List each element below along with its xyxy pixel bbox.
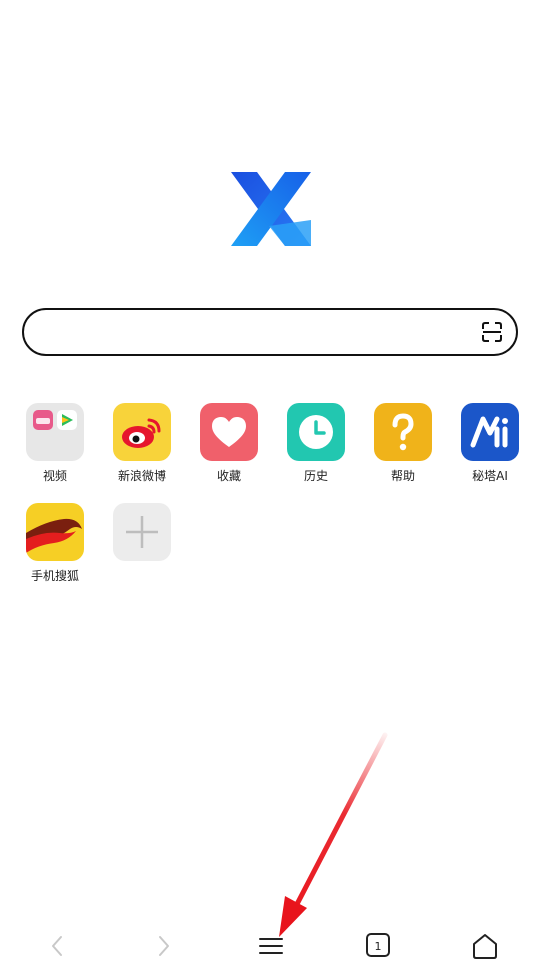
shortcut-video[interactable]: 视频: [15, 403, 95, 484]
scan-icon[interactable]: [481, 321, 503, 343]
shortcut-help[interactable]: 帮助: [363, 403, 443, 484]
shortcut-history[interactable]: 历史: [276, 403, 356, 484]
bottom-navigation: 1: [0, 920, 543, 971]
shortcut-bookmarks[interactable]: 收藏: [189, 403, 269, 484]
shortcut-weibo[interactable]: 新浪微博: [102, 403, 182, 484]
tab-count: 1: [375, 940, 382, 953]
search-input[interactable]: [22, 308, 518, 356]
tabs-icon: 1: [366, 933, 390, 957]
tabs-button[interactable]: 1: [362, 930, 394, 962]
shortcut-label: 收藏: [216, 469, 241, 483]
chevron-right-icon: [159, 936, 169, 956]
home-button[interactable]: [469, 930, 501, 962]
back-button[interactable]: [41, 930, 73, 962]
clock-icon: [287, 403, 345, 461]
shortcut-label: 历史: [303, 469, 328, 483]
home-icon: [473, 934, 497, 959]
menu-button[interactable]: [255, 930, 287, 962]
chevron-left-icon: [52, 936, 62, 956]
menu-icon: [259, 938, 283, 954]
sohu-fox-icon: [26, 503, 84, 561]
forward-button[interactable]: [148, 930, 180, 962]
browser-home: 视频 新浪微博 收藏 历史 帮助 秘塔AI 手机搜狐 1: [0, 0, 543, 971]
shortcut-label: 视频: [42, 469, 67, 483]
weibo-icon: [113, 403, 171, 461]
shortcut-metaso-ai[interactable]: 秘塔AI: [450, 403, 530, 484]
add-shortcut-button[interactable]: [102, 503, 182, 567]
shortcut-label: 秘塔AI: [472, 469, 508, 483]
shortcut-label: 手机搜狐: [30, 569, 79, 583]
question-mark-icon: [374, 403, 432, 461]
heart-icon: [200, 403, 258, 461]
browser-logo: [231, 172, 311, 246]
shortcut-sohu[interactable]: 手机搜狐: [15, 503, 95, 584]
annotation-arrow: [279, 732, 388, 937]
metaso-logo-icon: [461, 403, 519, 461]
video-folder-icon: [26, 403, 84, 461]
shortcut-label: 新浪微博: [117, 469, 166, 483]
shortcut-label: 帮助: [390, 469, 415, 483]
plus-icon: [113, 503, 171, 561]
